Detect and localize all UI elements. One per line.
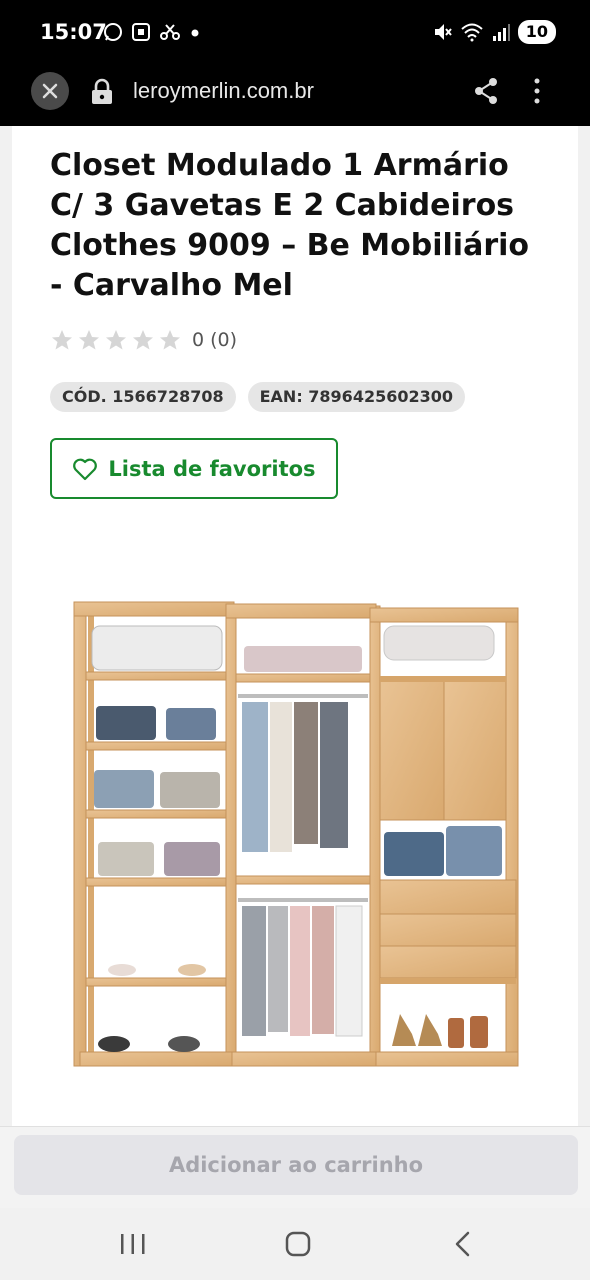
product-codes: CÓD. 1566728708 EAN: 7896425602300 <box>50 382 466 412</box>
home-icon[interactable] <box>284 1230 312 1258</box>
add-to-cart-button[interactable]: Adicionar ao carrinho <box>14 1135 578 1195</box>
wifi-icon <box>461 23 483 42</box>
rating-count: 0 (0) <box>192 329 238 351</box>
url-bar[interactable]: leroymerlin.com.br <box>133 78 314 104</box>
close-tab-button[interactable] <box>31 72 69 110</box>
recent-apps-icon[interactable] <box>119 1232 147 1256</box>
rating-stars <box>50 328 182 352</box>
back-icon[interactable] <box>452 1230 472 1258</box>
product-code-badge: CÓD. 1566728708 <box>50 382 236 412</box>
star-icon <box>160 330 180 350</box>
share-icon[interactable] <box>473 76 499 106</box>
status-bar: 15:07 10 <box>0 0 590 66</box>
whatsapp-icon <box>104 23 122 41</box>
browser-toolbar: leroymerlin.com.br <box>0 66 590 126</box>
scissors-icon <box>160 24 180 40</box>
more-options-icon[interactable] <box>532 76 542 106</box>
page-edge-left <box>0 126 12 1126</box>
star-icon <box>106 330 126 350</box>
mute-icon <box>434 24 452 40</box>
page-edge-right <box>578 126 590 1126</box>
heart-icon <box>73 458 98 480</box>
battery-badge: 10 <box>517 20 556 44</box>
cart-bar: Adicionar ao carrinho <box>0 1126 590 1208</box>
status-left-icons <box>103 22 201 42</box>
product-image[interactable] <box>60 586 540 1086</box>
dot-icon <box>191 29 199 37</box>
status-right-icons: 10 <box>432 20 556 44</box>
status-time: 15:07 <box>40 20 107 44</box>
screenshot-icon <box>132 23 150 41</box>
star-icon <box>79 330 99 350</box>
close-icon <box>42 83 58 99</box>
favorites-label: Lista de favoritos <box>108 456 316 481</box>
signal-icon <box>492 24 510 41</box>
add-to-favorites-button[interactable]: Lista de favoritos <box>50 438 338 499</box>
product-rating[interactable]: 0 (0) <box>50 328 237 352</box>
lock-icon[interactable] <box>90 78 114 106</box>
product-page: Closet Modulado 1 Armário C/ 3 Gavetas E… <box>0 126 590 1126</box>
product-ean-badge: EAN: 7896425602300 <box>247 382 466 412</box>
system-nav-bar <box>0 1208 590 1280</box>
product-title: Closet Modulado 1 Armário C/ 3 Gavetas E… <box>50 148 530 303</box>
star-icon <box>133 330 153 350</box>
star-icon <box>52 330 72 350</box>
